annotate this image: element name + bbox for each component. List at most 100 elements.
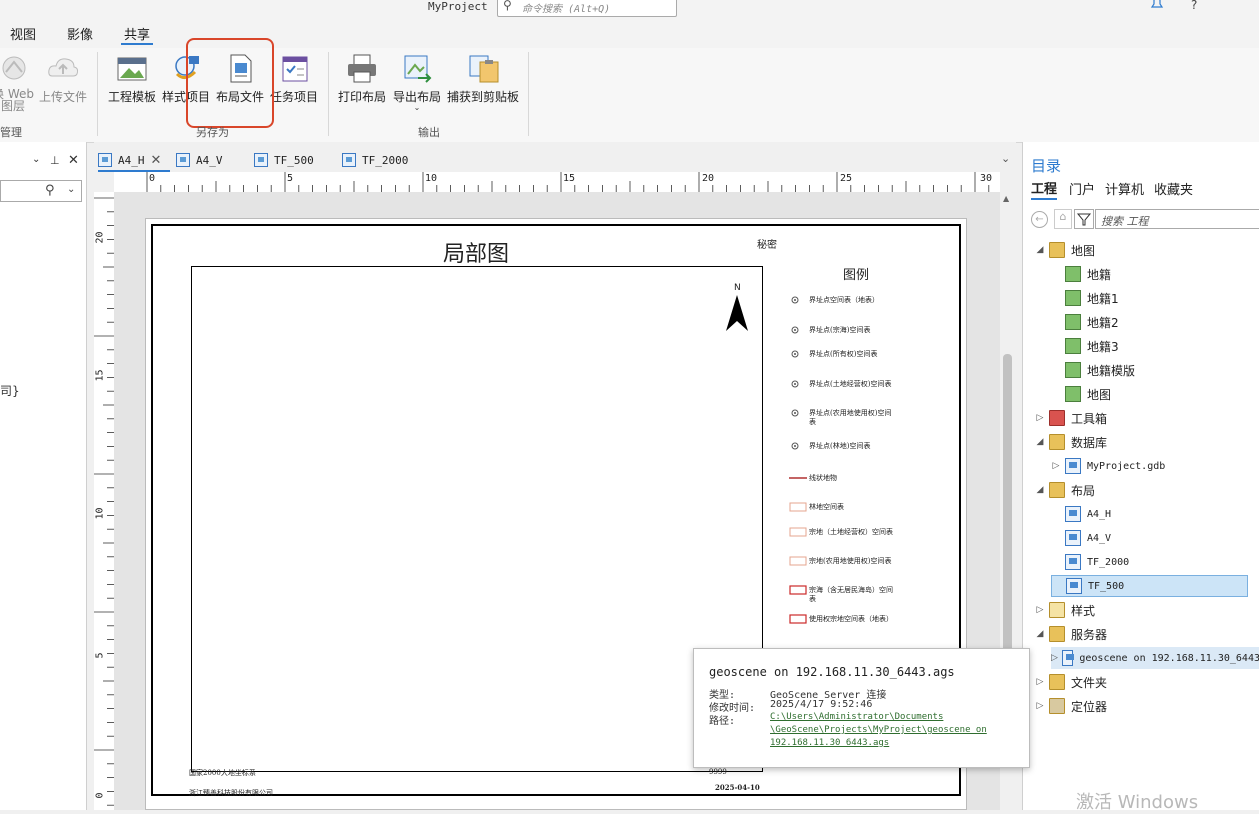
doc-tab-a4-v[interactable]: A4_V <box>176 150 223 170</box>
catalog-tree-item[interactable]: TF_2000 <box>1051 551 1129 573</box>
catalog-tree-item[interactable]: ▷ 工具箱 <box>1035 407 1107 429</box>
expand-arrow-icon[interactable]: ▷ <box>1051 653 1058 663</box>
catalog-tab-computer[interactable]: 计算机 <box>1105 179 1144 198</box>
catalog-tree-item[interactable]: A4_H <box>1051 503 1111 525</box>
catalog-tree-item[interactable]: ▷ geoscene on 192.168.11.30_6443 <box>1051 647 1259 669</box>
legend-item-label: 界址点(农用地使用权)空间表 <box>809 409 892 426</box>
catalog-tree-item[interactable]: ◢ 地图 <box>1035 239 1095 261</box>
legend-symbol-point <box>789 294 801 309</box>
print-layout-button[interactable]: 打印布局 <box>336 52 388 105</box>
tooltip-path-line3[interactable]: 192.168.11.30_6443.ags <box>770 738 889 748</box>
pin-icon[interactable]: ⊥ <box>50 154 60 167</box>
close-tab-icon[interactable]: ✕ <box>151 153 162 168</box>
vertical-ruler: 20 15 10 5 0 <box>94 192 115 810</box>
layout-icon <box>342 153 356 167</box>
catalog-tree-item[interactable]: ◢ 服务器 <box>1035 623 1107 645</box>
close-icon[interactable]: ✕ <box>68 153 79 168</box>
tab-imagery[interactable]: 影像 <box>67 24 93 43</box>
task-item-button[interactable]: 任务项目 <box>266 52 322 105</box>
web-layer-button[interactable]: 换 Web 图层 <box>0 52 34 112</box>
catalog-tab-favorites[interactable]: 收藏夹 <box>1154 179 1193 198</box>
legend-item-label: 宗地（土地经营权）空间表 <box>809 528 893 536</box>
gdb-icon <box>1065 458 1081 474</box>
catalog-tree-item[interactable]: A4_V <box>1051 527 1111 549</box>
legend-symbol-polygon-light <box>789 501 807 516</box>
legend-symbol-point <box>789 407 801 422</box>
upload-file-button[interactable]: 上传文件 <box>38 52 88 105</box>
catalog-tree-item[interactable]: 地籍模版 <box>1051 359 1135 381</box>
catalog-tree-item[interactable]: ▷ 文件夹 <box>1035 671 1107 693</box>
project-template-button[interactable]: 工程模板 <box>106 52 158 105</box>
pane-options-icon[interactable]: ⌄ <box>32 154 40 165</box>
doc-tab-tf500[interactable]: TF_500 <box>254 150 314 170</box>
filter-icon[interactable] <box>1074 209 1094 229</box>
scrollbar-thumb[interactable] <box>1003 354 1012 654</box>
catalog-search-input[interactable]: 搜索 工程 <box>1095 209 1259 229</box>
command-search-box[interactable]: ⚲ 命令搜索 (Alt+Q) <box>497 0 677 17</box>
folder-icon <box>1049 626 1065 642</box>
expand-arrow-icon[interactable]: ▷ <box>1035 677 1045 687</box>
expand-arrow-icon[interactable]: ◢ <box>1035 629 1045 639</box>
catalog-tree-label: 地籍3 <box>1087 339 1119 354</box>
tab-view[interactable]: 视图 <box>10 24 36 43</box>
catalog-tab-portal[interactable]: 门户 <box>1069 179 1095 198</box>
catalog-tree-item[interactable]: 地籍 <box>1051 263 1111 285</box>
legend-symbol-polygon-light <box>789 555 807 570</box>
home-icon[interactable]: ⌂ <box>1054 209 1072 229</box>
catalog-tree-item[interactable]: 地籍1 <box>1051 287 1119 309</box>
catalog-tree-item[interactable]: ◢ 布局 <box>1035 479 1095 501</box>
map-icon <box>1065 338 1081 354</box>
catalog-tree-item[interactable]: 地籍3 <box>1051 335 1119 357</box>
layout-icon <box>1065 554 1081 570</box>
scroll-up-icon[interactable]: ▲ <box>1003 194 1009 203</box>
tooltip-path-line2[interactable]: \GeoScene\Projects\MyProject\geoscene on <box>770 725 987 735</box>
catalog-tab-project[interactable]: 工程 <box>1031 178 1057 197</box>
catalog-tree-label: 工具箱 <box>1071 411 1108 426</box>
expand-arrow-icon[interactable]: ▷ <box>1035 413 1045 423</box>
catalog-tree-item[interactable]: ▷ 定位器 <box>1035 695 1107 717</box>
ruler-label: 25 <box>840 173 853 184</box>
catalog-tree-item[interactable]: ▷ 样式 <box>1035 599 1095 621</box>
catalog-tree-item[interactable]: ◢ 数据库 <box>1035 431 1107 453</box>
doc-tab-tf2000[interactable]: TF_2000 <box>342 150 408 170</box>
expand-arrow-icon[interactable]: ◢ <box>1035 437 1045 447</box>
back-icon[interactable]: ← <box>1031 211 1048 228</box>
catalog-tree-item[interactable]: ▷ MyProject.gdb <box>1051 455 1165 477</box>
left-search-input[interactable]: ⚲ ⌄ <box>0 180 82 202</box>
ruler-label: 0 <box>149 173 156 184</box>
catalog-tree-item[interactable]: 地籍2 <box>1051 311 1119 333</box>
north-arrow-label: N <box>734 283 741 293</box>
capture-clipboard-button[interactable]: 捕获到剪贴板 <box>446 52 520 105</box>
tooltip-path-line1[interactable]: C:\Users\Administrator\Documents <box>770 712 943 722</box>
legend-symbol-point <box>789 378 801 393</box>
chevron-down-icon[interactable]: ⌄ <box>67 184 75 195</box>
expand-arrow-icon[interactable]: ▷ <box>1035 701 1045 711</box>
catalog-tree-item[interactable]: 地图 <box>1051 383 1111 405</box>
catalog-title: 目录 <box>1031 157 1062 175</box>
catalog-tree-label: geoscene on 192.168.11.30_6443 <box>1079 652 1259 664</box>
tab-share[interactable]: 共享 <box>124 24 150 43</box>
expand-arrow-icon[interactable]: ▷ <box>1051 461 1061 471</box>
catalog-tree-label: 地图 <box>1071 243 1096 258</box>
doc-tab-label: A4_V <box>196 153 223 167</box>
layout-icon <box>254 153 268 167</box>
chevron-down-icon[interactable]: ⌄ <box>390 104 444 112</box>
catalog-tree-item[interactable]: TF_500 <box>1051 575 1248 597</box>
help-icon[interactable]: ? <box>1191 0 1197 12</box>
catalog-tree-label: A4_V <box>1087 532 1112 544</box>
export-layout-button[interactable]: 导出布局 ⌄ <box>390 52 444 112</box>
output-group-label: 输出 <box>418 126 440 139</box>
vertical-ruler-ticks <box>94 197 114 806</box>
activation-watermark: 激活 Windows <box>1076 792 1199 813</box>
catalog-tree-label: MyProject.gdb <box>1087 460 1166 472</box>
expand-arrow-icon[interactable]: ◢ <box>1035 245 1045 255</box>
map-frame[interactable]: N <box>191 266 763 772</box>
tabs-overflow-chevron-icon[interactable]: ⌄ <box>1001 152 1010 165</box>
legend-symbol-point <box>789 324 801 339</box>
task-item-icon <box>277 52 311 84</box>
doc-tab-a4-h[interactable]: A4_H ✕ <box>98 150 161 170</box>
server-icon <box>1061 650 1075 666</box>
expand-arrow-icon[interactable]: ◢ <box>1035 485 1045 495</box>
notification-bell-icon[interactable] <box>1150 0 1164 10</box>
expand-arrow-icon[interactable]: ▷ <box>1035 605 1045 615</box>
